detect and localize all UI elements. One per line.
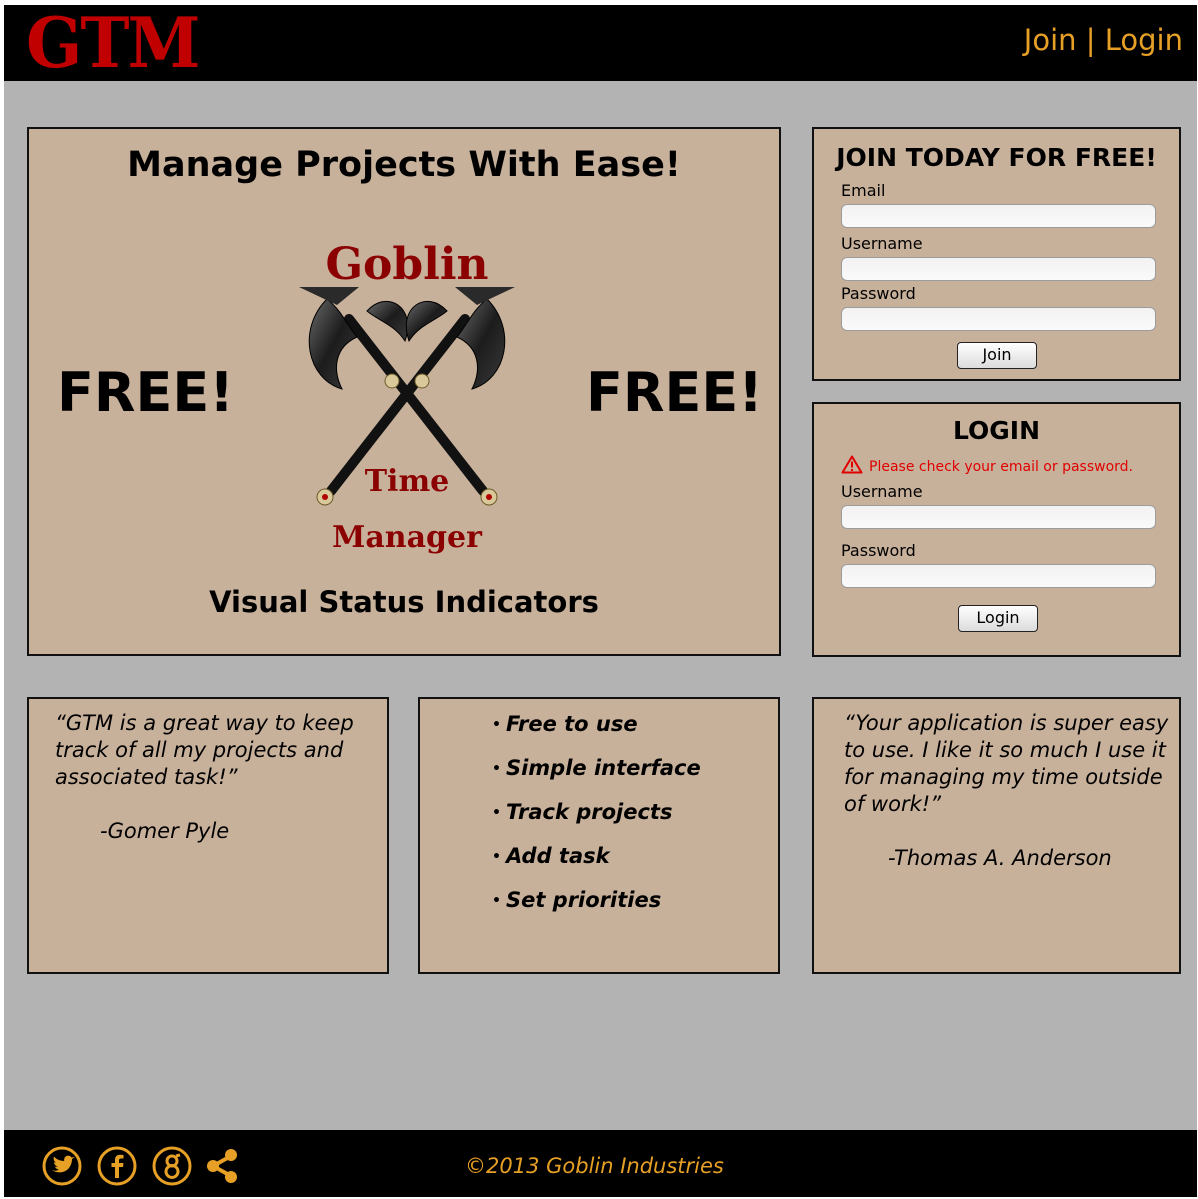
feature-text: Simple interface xyxy=(505,756,701,780)
brand-logo[interactable]: GTM xyxy=(26,1,201,85)
share-icon[interactable] xyxy=(203,1146,243,1186)
features-card: • Free to use • Simple interface • Track pr… xyxy=(418,697,780,974)
testimonial-card-1: “GTM is a great way to keep track of all… xyxy=(27,697,389,974)
top-bar: GTM Join | Login xyxy=(4,2,1197,84)
join-password-label: Password xyxy=(841,284,916,303)
feature-text: Add task xyxy=(505,844,610,868)
testimonial-author-1: -Gomer Pyle xyxy=(100,819,230,843)
logo-word-time: Time xyxy=(365,464,450,499)
goblin-time-manager-logo: Goblin Time Manager xyxy=(299,239,515,555)
join-username-field[interactable] xyxy=(841,257,1156,281)
feature-bullet: • xyxy=(492,849,501,865)
twitter-icon[interactable] xyxy=(42,1146,82,1186)
copyright-text: ©2013 Goblin Industries xyxy=(465,1154,724,1178)
testimonial-quote-2: “Your application is super easy to use. … xyxy=(844,711,1169,816)
join-form-title: JOIN TODAY FOR FREE! xyxy=(836,143,1157,172)
logo-word-manager: Manager xyxy=(332,520,483,555)
feature-bullet: • xyxy=(492,761,501,777)
join-form: JOIN TODAY FOR FREE! Email Username Pass… xyxy=(812,127,1181,381)
testimonial-author-2: -Thomas A. Anderson xyxy=(888,846,1112,870)
login-username-label: Username xyxy=(841,482,923,501)
join-password-field[interactable] xyxy=(841,307,1156,331)
top-nav: Join | Login xyxy=(1024,23,1183,57)
feature-item: • Free to use xyxy=(492,710,701,754)
login-form-title: LOGIN xyxy=(952,416,1041,445)
hero-title: Manage Projects With Ease! xyxy=(127,145,681,185)
facebook-icon[interactable] xyxy=(97,1146,137,1186)
login-button[interactable]: Login xyxy=(958,605,1038,632)
login-error-text: Please check your email or password. xyxy=(869,459,1133,475)
warning-icon xyxy=(841,455,863,474)
hero-subtitle: Visual Status Indicators xyxy=(209,585,599,619)
nav-separator: | xyxy=(1085,23,1096,57)
feature-item: • Set priorities xyxy=(492,886,701,930)
login-error-message: Please check your email or password. xyxy=(841,455,1133,475)
hero-panel: Manage Projects With Ease! FREE! FREE! G… xyxy=(27,127,781,656)
login-password-label: Password xyxy=(841,541,916,560)
login-form: LOGIN Please check your email or passwor… xyxy=(812,402,1181,657)
testimonial-card-2: “Your application is super easy to use. … xyxy=(812,697,1181,974)
free-label-right: FREE! xyxy=(586,361,763,424)
join-button[interactable]: Join xyxy=(957,342,1037,369)
google-plus-icon[interactable] xyxy=(152,1146,192,1186)
feature-bullet: • xyxy=(492,717,501,733)
feature-item: • Track projects xyxy=(492,798,701,842)
feature-text: Free to use xyxy=(505,712,638,736)
feature-text: Track projects xyxy=(505,800,673,824)
email-field[interactable] xyxy=(841,204,1156,228)
free-label-left: FREE! xyxy=(57,361,234,424)
features-list: • Free to use • Simple interface • Track pr… xyxy=(492,710,701,930)
feature-bullet: • xyxy=(492,805,501,821)
feature-text: Set priorities xyxy=(505,888,662,912)
email-label: Email xyxy=(841,181,886,200)
feature-item: • Simple interface xyxy=(492,754,701,798)
page: GTM Join | Login Manage Projects With Ea… xyxy=(4,2,1197,1197)
feature-item: • Add task xyxy=(492,842,701,886)
join-username-label: Username xyxy=(841,234,923,253)
footer-bar: ©2013 Goblin Industries xyxy=(4,1130,1197,1197)
join-link[interactable]: Join xyxy=(1024,23,1077,57)
login-password-field[interactable] xyxy=(841,564,1156,588)
logo-word-goblin: Goblin xyxy=(325,239,488,290)
feature-bullet: • xyxy=(492,893,501,909)
testimonial-quote-1: “GTM is a great way to keep track of all… xyxy=(55,711,354,789)
login-link[interactable]: Login xyxy=(1105,23,1183,57)
login-username-field[interactable] xyxy=(841,505,1156,529)
